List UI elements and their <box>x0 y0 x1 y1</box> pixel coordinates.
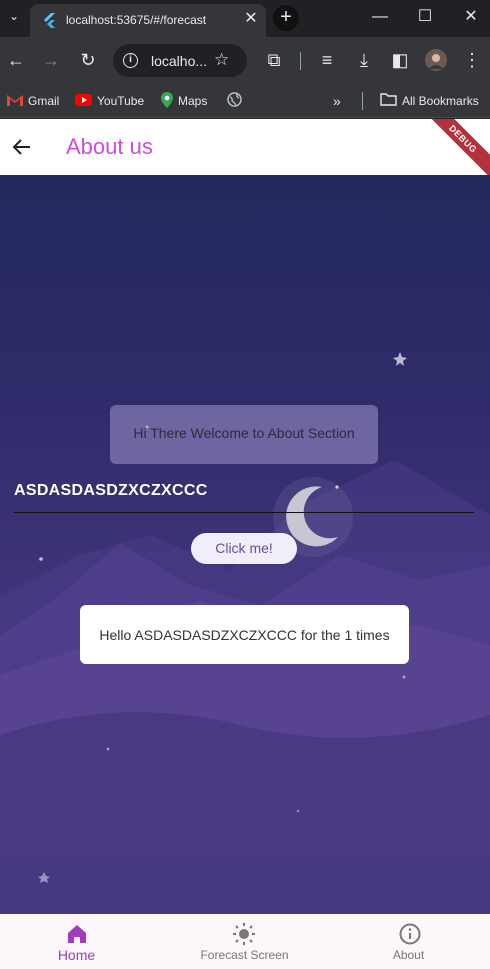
address-text[interactable]: localho... <box>151 53 207 69</box>
app-bar: About us <box>0 119 490 175</box>
result-card: Hello ASDASDASDZXCZXCCC for the 1 times <box>80 605 409 664</box>
toolbar-divider <box>300 52 301 70</box>
nav-label-home: Home <box>57 947 96 963</box>
bottom-navigation: Home Forecast Screen About <box>0 914 490 969</box>
site-info-icon[interactable]: i <box>123 53 138 68</box>
bookmark-label: YouTube <box>97 94 145 108</box>
side-panel-icon[interactable]: ◧ <box>389 49 411 71</box>
bookmark-youtube[interactable]: YouTube <box>75 92 144 110</box>
bookmark-label: Gmail <box>28 94 60 108</box>
bookmark-globe[interactable] <box>227 92 247 110</box>
click-me-button[interactable]: Click me! <box>191 533 297 564</box>
welcome-card: Hi There Welcome to About Section <box>110 405 378 464</box>
nav-item-home[interactable]: Home <box>0 914 163 969</box>
bookmarks-divider <box>362 92 363 110</box>
profile-avatar[interactable] <box>425 49 447 71</box>
download-icon[interactable]: ⤓ <box>353 49 375 71</box>
nav-item-forecast[interactable]: Forecast Screen <box>163 914 326 969</box>
minimize-icon[interactable]: — <box>368 6 392 30</box>
tab-title: localhost:53675/#/forecast <box>66 13 207 27</box>
night-background: Hi There Welcome to About Section ASDASD… <box>0 175 490 914</box>
maximize-icon[interactable]: ☐ <box>413 6 437 30</box>
nav-label-about: About <box>392 948 425 962</box>
bookmarks-overflow-icon[interactable]: » <box>333 92 341 110</box>
address-bar[interactable]: i localho... ☆ <box>113 44 247 77</box>
bookmark-label: Maps <box>178 94 208 108</box>
maps-pin-icon <box>161 91 173 111</box>
forward-icon[interactable]: → <box>40 49 62 71</box>
globe-icon <box>227 92 242 110</box>
extensions-icon[interactable]: ⧉ <box>263 49 285 71</box>
new-tab-button[interactable]: + <box>273 5 299 31</box>
sun-icon <box>233 923 255 945</box>
result-text: Hello ASDASDASDZXCZXCCC for the 1 times <box>99 627 390 643</box>
name-input-value[interactable]: ASDASDASDZXCZXCCC <box>14 482 208 500</box>
info-icon <box>399 923 421 945</box>
bookmarks-bar: Gmail YouTube Maps » All Bookmarks <box>0 84 490 118</box>
back-arrow-icon[interactable] <box>10 135 34 159</box>
home-icon <box>68 925 86 943</box>
window-close-icon[interactable]: ✕ <box>459 6 483 30</box>
bookmark-star-icon[interactable]: ☆ <box>214 50 229 70</box>
gmail-icon <box>7 94 23 109</box>
bookmark-label: All Bookmarks <box>402 94 479 108</box>
bookmark-maps[interactable]: Maps <box>161 91 208 111</box>
active-tab[interactable]: localhost:53675/#/forecast ✕ <box>30 4 266 37</box>
tab-search-chevron-icon[interactable]: ⌄ <box>6 9 22 25</box>
browser-toolbar: ← → ↻ i localho... ☆ ⧉ ≡ ⤓ ◧ ⋮ <box>0 37 490 84</box>
nav-label-forecast: Forecast Screen <box>200 948 289 962</box>
tab-close-icon[interactable]: ✕ <box>242 10 260 28</box>
app-viewport: About us DEBUG Hi There Welcome to About… <box>0 119 490 969</box>
nav-item-about[interactable]: About <box>327 914 490 969</box>
back-icon[interactable]: ← <box>5 49 27 71</box>
welcome-text: Hi There Welcome to About Section <box>133 425 355 441</box>
youtube-icon <box>75 93 92 109</box>
reload-icon[interactable]: ↻ <box>77 49 99 71</box>
media-controls-icon[interactable]: ≡ <box>316 49 338 71</box>
more-menu-icon[interactable]: ⋮ <box>461 49 483 71</box>
name-input[interactable]: ASDASDASDZXCZXCCC <box>14 475 474 513</box>
tab-strip: ⌄ localhost:53675/#/forecast ✕ + — ☐ ✕ <box>0 0 490 37</box>
bookmark-gmail[interactable]: Gmail <box>7 92 59 110</box>
flutter-favicon-icon <box>44 13 55 28</box>
folder-icon <box>380 93 397 109</box>
page-title: About us <box>66 134 153 159</box>
bookmark-all-bookmarks[interactable]: All Bookmarks <box>380 92 479 110</box>
